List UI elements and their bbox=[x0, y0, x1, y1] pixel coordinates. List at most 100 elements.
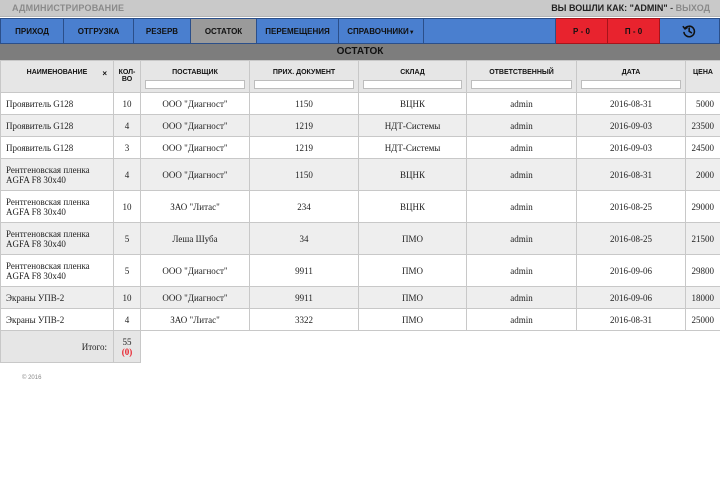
cell-supplier: Леша Шуба bbox=[140, 222, 250, 255]
cell-supplier: ЗАО "Литас" bbox=[140, 190, 250, 223]
header-warehouse-label: СКЛАД bbox=[400, 69, 425, 76]
cell-qty: 5 bbox=[113, 222, 141, 255]
cell-name: Рентгеновская пленка AGFA F8 30x40 bbox=[0, 190, 114, 223]
cell-document: 3322 bbox=[249, 308, 359, 331]
responsible-filter-input[interactable] bbox=[471, 80, 572, 89]
cell-name: Экраны УПВ-2 bbox=[0, 308, 114, 331]
cell-qty: 4 bbox=[113, 114, 141, 137]
header-row: НАИМЕНОВАНИЕ × КОЛ-ВО ПОСТАВЩИК ПРИХ. ДОК… bbox=[0, 60, 720, 93]
header-responsible: ОТВЕТСТВЕННЫЙ bbox=[466, 60, 577, 93]
cell-warehouse: ПМО bbox=[358, 254, 467, 287]
cell-date: 2016-09-06 bbox=[576, 254, 686, 287]
cell-document: 9911 bbox=[249, 286, 359, 309]
counter-r-button[interactable]: Р - 0 bbox=[556, 18, 608, 44]
cell-date: 2016-08-31 bbox=[576, 308, 686, 331]
cell-name: Проявитель G128 bbox=[0, 114, 114, 137]
cell-name: Экраны УПВ-2 bbox=[0, 286, 114, 309]
admin-link[interactable]: АДМИНИСТРИРОВАНИЕ bbox=[12, 3, 124, 13]
chevron-down-icon: ▼ bbox=[408, 30, 415, 36]
table-row[interactable]: Проявитель G128 4 ООО "Диагност" 1219 НД… bbox=[0, 114, 720, 137]
logout-link[interactable]: ВЫХОД bbox=[676, 3, 710, 13]
cell-warehouse: НДТ-Системы bbox=[358, 114, 467, 137]
cell-qty: 10 bbox=[113, 190, 141, 223]
cell-warehouse: НДТ-Системы bbox=[358, 136, 467, 159]
cell-supplier: ООО "Диагност" bbox=[140, 114, 250, 137]
cell-responsible: admin bbox=[466, 114, 577, 137]
table-row[interactable]: Проявитель G128 3 ООО "Диагност" 1219 НД… bbox=[0, 136, 720, 159]
cell-name: Проявитель G128 bbox=[0, 136, 114, 159]
cell-qty: 5 bbox=[113, 254, 141, 287]
cell-responsible: admin bbox=[466, 158, 577, 191]
table-row[interactable]: Рентгеновская пленка AGFA F8 30x40 10 ЗА… bbox=[0, 190, 720, 223]
nav-item-rezerv[interactable]: РЕЗЕРВ bbox=[134, 18, 191, 44]
nav-item-spravochniki-label: СПРАВОЧНИКИ bbox=[347, 27, 409, 36]
footer-copyright: © 2016 bbox=[22, 375, 42, 381]
nav-item-prihod[interactable]: ПРИХОД bbox=[0, 18, 64, 44]
cell-supplier: ЗАО "Литас" bbox=[140, 308, 250, 331]
cell-price: 23500 bbox=[685, 114, 720, 137]
cell-document: 1219 bbox=[249, 136, 359, 159]
nav-item-ostatok[interactable]: ОСТАТОК bbox=[191, 18, 257, 44]
page-title: ОСТАТОК bbox=[0, 44, 720, 60]
cell-date: 2016-09-06 bbox=[576, 286, 686, 309]
cell-document: 1219 bbox=[249, 114, 359, 137]
clear-filter-icon[interactable]: × bbox=[102, 69, 107, 78]
cell-date: 2016-09-03 bbox=[576, 136, 686, 159]
total-reserved: (0) bbox=[121, 346, 133, 357]
cell-price: 21500 bbox=[685, 222, 720, 255]
cell-name: Рентгеновская пленка AGFA F8 30x40 bbox=[0, 222, 114, 255]
header-price: ЦЕНА bbox=[685, 60, 720, 93]
cell-date: 2016-08-31 bbox=[576, 92, 686, 115]
history-button[interactable] bbox=[660, 18, 720, 44]
cell-price: 29000 bbox=[685, 190, 720, 223]
cell-price: 25000 bbox=[685, 308, 720, 331]
total-row: Итого: 55 (0) bbox=[0, 330, 720, 363]
cell-responsible: admin bbox=[466, 190, 577, 223]
nav-item-peremeshcheniya[interactable]: ПЕРЕМЕЩЕНИЯ bbox=[257, 18, 339, 44]
header-date: ДАТА bbox=[576, 60, 686, 93]
table-row[interactable]: Рентгеновская пленка AGFA F8 30x40 5 ООО… bbox=[0, 254, 720, 287]
cell-qty: 3 bbox=[113, 136, 141, 159]
header-date-label: ДАТА bbox=[621, 69, 641, 76]
date-filter-input[interactable] bbox=[581, 80, 681, 89]
cell-price: 18000 bbox=[685, 286, 720, 309]
cell-responsible: admin bbox=[466, 308, 577, 331]
cell-price: 5000 bbox=[685, 92, 720, 115]
cell-supplier: ООО "Диагност" bbox=[140, 158, 250, 191]
login-user: ВЫ ВОШЛИ КАК: "ADMIN" bbox=[551, 3, 668, 13]
cell-responsible: admin bbox=[466, 254, 577, 287]
table-row[interactable]: Экраны УПВ-2 10 ООО "Диагност" 9911 ПМО … bbox=[0, 286, 720, 309]
cell-name: Рентгеновская пленка AGFA F8 30x40 bbox=[0, 254, 114, 287]
table-row[interactable]: Рентгеновская пленка AGFA F8 30x40 4 ООО… bbox=[0, 158, 720, 191]
nav-empty-space bbox=[424, 18, 556, 44]
table-row[interactable]: Проявитель G128 10 ООО "Диагност" 1150 В… bbox=[0, 92, 720, 115]
cell-document: 1150 bbox=[249, 92, 359, 115]
cell-supplier: ООО "Диагност" bbox=[140, 254, 250, 287]
cell-price: 2000 bbox=[685, 158, 720, 191]
cell-qty: 4 bbox=[113, 308, 141, 331]
nav-item-spravochniki[interactable]: СПРАВОЧНИКИ▼ bbox=[339, 18, 424, 44]
document-filter-input[interactable] bbox=[254, 80, 354, 89]
cell-warehouse: ПМО bbox=[358, 308, 467, 331]
cell-warehouse: ВЦНК bbox=[358, 92, 467, 115]
warehouse-filter-input[interactable] bbox=[363, 80, 462, 89]
header-name-label: НАИМЕНОВАНИЕ bbox=[26, 69, 88, 76]
cell-document: 34 bbox=[249, 222, 359, 255]
header-supplier-label: ПОСТАВЩИК bbox=[172, 69, 218, 76]
cell-document: 9911 bbox=[249, 254, 359, 287]
header-document: ПРИХ. ДОКУМЕНТ bbox=[249, 60, 359, 93]
header-document-label: ПРИХ. ДОКУМЕНТ bbox=[272, 69, 336, 76]
supplier-filter-input[interactable] bbox=[145, 80, 245, 89]
nav-item-otgruzka[interactable]: ОТГРУЗКА bbox=[64, 18, 134, 44]
cell-supplier: ООО "Диагност" bbox=[140, 286, 250, 309]
total-qty: 55 bbox=[122, 336, 132, 347]
table-row[interactable]: Рентгеновская пленка AGFA F8 30x40 5 Леш… bbox=[0, 222, 720, 255]
counter-p-button[interactable]: П - 0 bbox=[608, 18, 660, 44]
cell-qty: 10 bbox=[113, 92, 141, 115]
header-responsible-label: ОТВЕТСТВЕННЫЙ bbox=[489, 69, 554, 76]
table-row[interactable]: Экраны УПВ-2 4 ЗАО "Литас" 3322 ПМО admi… bbox=[0, 308, 720, 331]
cell-responsible: admin bbox=[466, 92, 577, 115]
cell-price: 29800 bbox=[685, 254, 720, 287]
cell-warehouse: ВЦНК bbox=[358, 190, 467, 223]
cell-name: Рентгеновская пленка AGFA F8 30x40 bbox=[0, 158, 114, 191]
